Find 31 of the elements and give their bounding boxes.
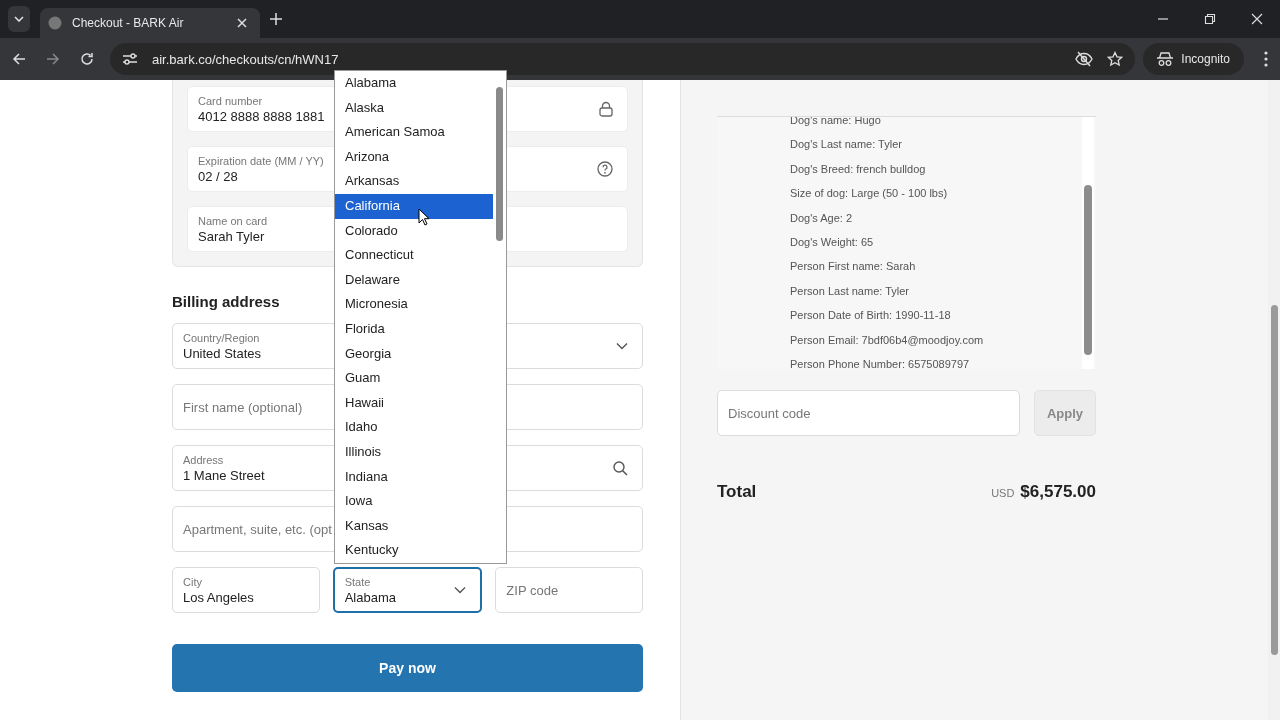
- order-detail-line: Person Last name: Tyler: [790, 283, 911, 299]
- order-detail-line: Person Email: 7bdf06b4@moodjoy.com: [790, 332, 985, 348]
- field-value: 02 / 28: [198, 168, 238, 184]
- field-value: Alabama: [344, 589, 396, 605]
- order-detail-line: Person First name: Sarah: [790, 259, 917, 275]
- order-detail-line: Dog's Last name: Tyler: [790, 137, 903, 153]
- order-detail-line: Dog's Breed: french bulldog: [790, 161, 927, 177]
- field-label: State: [344, 575, 371, 588]
- field-label: Card number: [198, 94, 263, 107]
- billing-heading: Billing address: [172, 293, 280, 310]
- field-label: Country/Region: [183, 331, 260, 344]
- total-amount: $6,575.00: [1020, 482, 1096, 502]
- field-value: Los Angeles: [183, 589, 254, 605]
- order-detail-line: Dog's name: Hugo: [790, 117, 882, 128]
- order-detail-line: Size of dog: Large (50 - 100 lbs): [790, 186, 949, 202]
- field-value: United States: [183, 345, 262, 361]
- field-label: Address: [183, 453, 224, 466]
- order-detail-line: Dog's Weight: 65: [790, 234, 875, 250]
- total-label: Total: [717, 482, 757, 502]
- currency-code: USD: [991, 487, 1015, 499]
- order-detail-line: Person Phone Number: 6575089797: [790, 356, 971, 369]
- field-value: Sarah Tyler: [198, 228, 265, 244]
- order-detail-line: Dog's Age: 2: [790, 210, 854, 226]
- field-value: 1 Mane Street: [183, 467, 265, 483]
- order-detail-line: Person Date of Birth: 1990-11-18: [790, 308, 952, 324]
- field-label: Expiration date (MM / YY): [198, 154, 324, 167]
- field-label: City: [183, 575, 202, 588]
- tab-title: Checkout - BARK Air: [72, 16, 185, 30]
- url-text: air.bark.co/checkouts/cn/hWN17: [152, 51, 339, 67]
- field-value: 4012 8888 8888 1881: [198, 108, 325, 124]
- field-label: Name on card: [198, 214, 268, 227]
